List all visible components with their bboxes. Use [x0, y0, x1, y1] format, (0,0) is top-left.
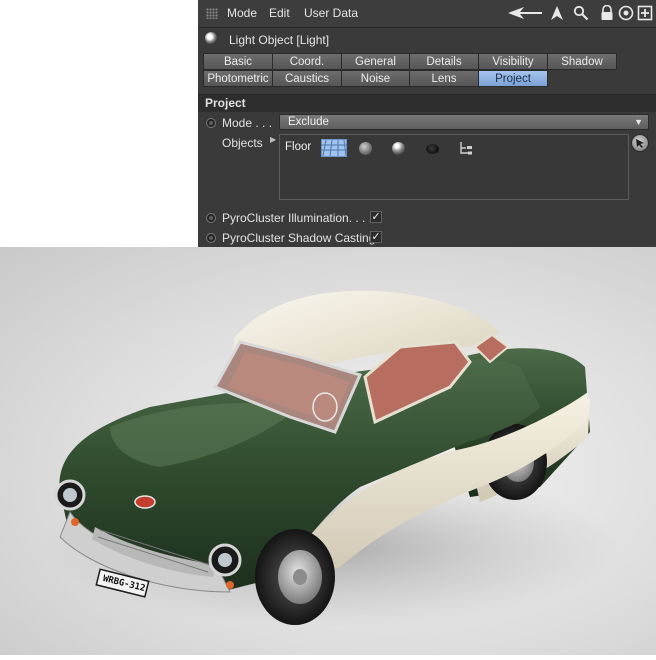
pick-arrow-icon: [636, 139, 644, 148]
floor-icon[interactable]: [321, 139, 347, 160]
menu-user-data[interactable]: User Data: [304, 6, 358, 20]
target-icon[interactable]: [618, 5, 634, 21]
panel-grip-icon[interactable]: [206, 8, 218, 19]
tab-project[interactable]: Project: [478, 70, 548, 87]
mode-dropdown-value: Exclude: [288, 116, 329, 128]
pyro-illumination-checkbox[interactable]: ✓: [370, 211, 382, 223]
tab-coord[interactable]: Coord.: [272, 53, 342, 70]
light-object-icon: [205, 32, 217, 44]
back-arrow-icon[interactable]: [506, 5, 544, 21]
tab-details[interactable]: Details: [409, 53, 479, 70]
mode-dropdown[interactable]: Exclude ▼: [279, 114, 649, 130]
tab-general[interactable]: General: [341, 53, 410, 70]
tab-basic[interactable]: Basic: [203, 53, 273, 70]
attribute-manager-panel: Mode Edit User Data Light Object [Light]…: [198, 0, 656, 247]
tab-lens[interactable]: Lens: [409, 70, 479, 87]
new-panel-icon[interactable]: [637, 5, 653, 21]
hierarchy-icon[interactable]: [459, 141, 473, 158]
render-viewport: WRBG-312: [0, 247, 656, 655]
pyro-shadow-radio[interactable]: [206, 233, 216, 243]
tab-photometric[interactable]: Photometric: [203, 70, 273, 87]
tab-visibility[interactable]: Visibility: [478, 53, 548, 70]
pyro-shadow-checkbox[interactable]: ✓: [370, 231, 382, 243]
mode-label: Mode . . .: [222, 116, 273, 130]
pyro-illumination-label: PyroCluster Illumination. . . .: [222, 211, 373, 225]
tab-noise[interactable]: Noise: [341, 70, 410, 87]
sphere-shiny-icon[interactable]: [392, 142, 405, 155]
expand-arrow-icon[interactable]: ▶: [270, 135, 276, 144]
object-picker-button[interactable]: [631, 134, 649, 152]
pyro-illumination-radio[interactable]: [206, 213, 216, 223]
sphere-dark-icon[interactable]: [426, 144, 439, 154]
search-icon[interactable]: [573, 5, 589, 21]
list-item-name[interactable]: Floor: [285, 141, 311, 153]
menu-edit[interactable]: Edit: [269, 6, 290, 20]
cursor-icon[interactable]: [549, 5, 565, 21]
objects-label: Objects: [222, 136, 263, 150]
mode-animate-radio[interactable]: [206, 118, 216, 128]
pyro-shadow-label: PyroCluster Shadow Casting: [222, 231, 376, 245]
section-title: Project: [205, 96, 246, 110]
tab-caustics[interactable]: Caustics: [272, 70, 342, 87]
section-header: Project: [198, 94, 656, 112]
menu-mode[interactable]: Mode: [227, 6, 257, 20]
objects-list[interactable]: Floor: [279, 134, 629, 200]
tab-shadow[interactable]: Shadow: [547, 53, 617, 70]
sphere-grey-icon[interactable]: [359, 142, 372, 155]
menu-bar: Mode Edit User Data: [198, 0, 656, 28]
chevron-down-icon: ▼: [634, 117, 643, 127]
lock-icon[interactable]: [599, 5, 615, 21]
object-title: Light Object [Light]: [229, 33, 330, 47]
car-render-image: [40, 290, 620, 627]
object-title-row: Light Object [Light]: [198, 28, 656, 50]
